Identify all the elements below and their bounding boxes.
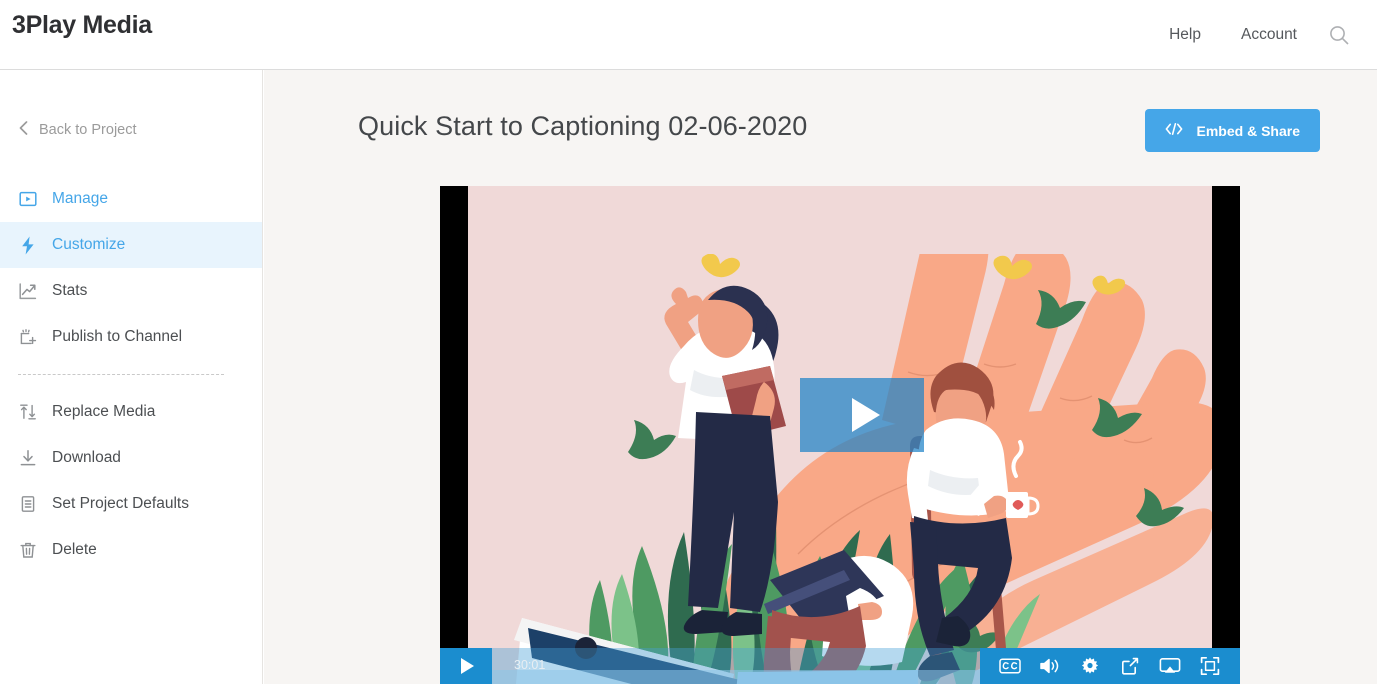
sidebar-item-replace-media[interactable]: Replace Media xyxy=(0,389,262,435)
header-nav: Help Account xyxy=(1149,0,1361,69)
sidebar-item-label: Stats xyxy=(52,282,88,299)
download-icon xyxy=(18,448,38,468)
play-triangle-icon xyxy=(461,658,474,674)
fullscreen-icon[interactable] xyxy=(1190,648,1230,684)
sidebar-nav-secondary: Replace Media Download Set Project Defau… xyxy=(0,389,262,573)
sidebar-item-stats[interactable]: Stats xyxy=(0,268,262,314)
sidebar-item-delete[interactable]: Delete xyxy=(0,527,262,573)
embed-and-share-button[interactable]: Embed & Share xyxy=(1144,109,1320,152)
brand-logo[interactable]: 3Play Media xyxy=(12,11,152,40)
illustration-artwork xyxy=(468,254,1212,684)
sidebar-nav-primary: Manage Customize Stats Publish to Channe… xyxy=(0,176,262,360)
sidebar-item-manage[interactable]: Manage xyxy=(0,176,262,222)
sidebar-item-label: Delete xyxy=(52,541,97,558)
swap-arrows-icon xyxy=(18,402,38,422)
player-control-bar: 30:01 xyxy=(440,648,1240,684)
progress-bar[interactable]: 30:01 xyxy=(492,648,980,684)
search-icon[interactable] xyxy=(1317,13,1361,57)
sidebar-item-label: Replace Media xyxy=(52,403,156,420)
sidebar-item-set-project-defaults[interactable]: Set Project Defaults xyxy=(0,481,262,527)
chromecast-icon[interactable] xyxy=(1150,648,1190,684)
play-overlay-button[interactable] xyxy=(800,378,924,452)
document-list-icon xyxy=(18,494,38,514)
trash-icon xyxy=(18,540,38,560)
sidebar-item-download[interactable]: Download xyxy=(0,435,262,481)
publish-plus-icon xyxy=(18,327,38,347)
time-display: 30:01 xyxy=(514,658,546,672)
cc-icon[interactable] xyxy=(990,648,1030,684)
play-button[interactable] xyxy=(440,648,492,684)
video-frame xyxy=(468,186,1212,684)
app-header: 3Play Media Help Account xyxy=(0,0,1377,70)
sidebar-item-label: Set Project Defaults xyxy=(52,495,189,512)
embed-button-label: Embed & Share xyxy=(1196,122,1300,139)
back-to-project-link[interactable]: Back to Project xyxy=(0,108,262,152)
player-buttons xyxy=(980,648,1240,684)
sidebar-item-customize[interactable]: Customize xyxy=(0,222,262,268)
page-title: Quick Start to Captioning 02-06-2020 xyxy=(358,111,808,141)
sidebar-item-label: Publish to Channel xyxy=(52,328,183,345)
share-arrow-icon[interactable] xyxy=(1110,648,1150,684)
code-brackets-icon xyxy=(1165,122,1183,139)
sidebar-item-label: Download xyxy=(52,449,121,466)
help-link[interactable]: Help xyxy=(1149,26,1221,44)
sidebar: Back to Project Manage Customize Stats P… xyxy=(0,70,263,684)
main-content: Quick Start to Captioning 02-06-2020 Emb… xyxy=(264,70,1377,684)
video-player[interactable]: 30:01 xyxy=(440,186,1240,684)
lightning-bolt-icon xyxy=(18,235,38,255)
play-triangle-icon xyxy=(852,398,880,432)
chevron-left-icon xyxy=(18,120,29,140)
account-link[interactable]: Account xyxy=(1221,26,1317,44)
trend-chart-icon xyxy=(18,281,38,301)
sidebar-item-publish-to-channel[interactable]: Publish to Channel xyxy=(0,314,262,360)
sidebar-item-label: Manage xyxy=(52,190,109,207)
sidebar-item-label: Customize xyxy=(52,236,126,253)
volume-button[interactable] xyxy=(1030,648,1070,684)
back-to-project-label: Back to Project xyxy=(39,122,137,138)
settings-gear-icon[interactable] xyxy=(1070,648,1110,684)
sidebar-divider xyxy=(18,374,224,375)
video-frame-icon xyxy=(18,189,38,209)
